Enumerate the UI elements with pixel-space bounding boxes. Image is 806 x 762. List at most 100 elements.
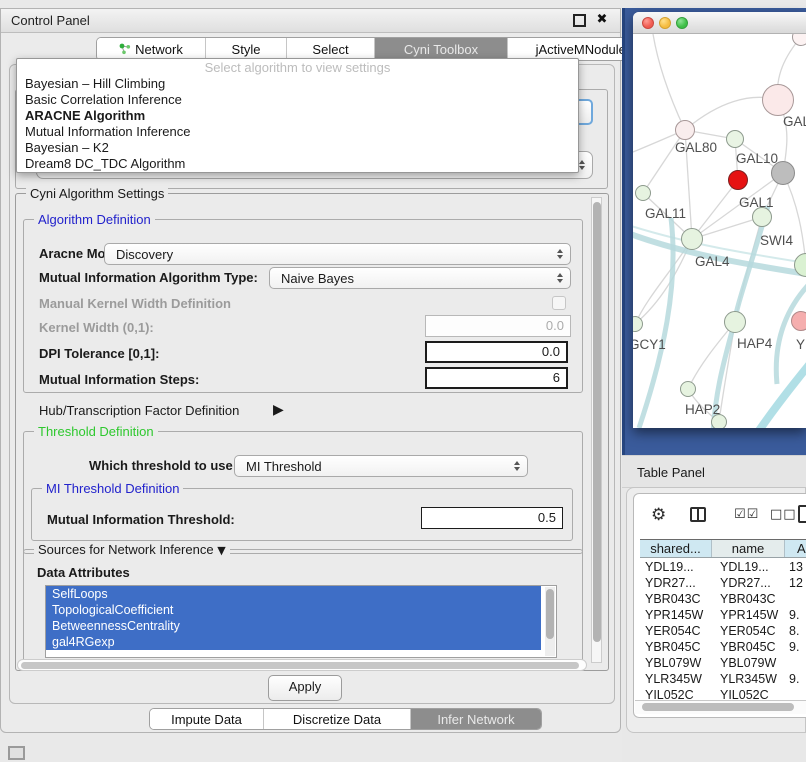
combo-updown-icon: [557, 249, 563, 259]
column-header-shared[interactable]: shared...: [640, 540, 712, 557]
cell-value: 8.: [785, 623, 806, 639]
list-vertical-scrollbar[interactable]: [545, 587, 555, 656]
mi-type-combo[interactable]: Naive Bayes: [269, 267, 571, 289]
node-gal80[interactable]: [675, 120, 695, 140]
tab-label: Select: [312, 42, 348, 57]
cell-name: YPR145W: [712, 607, 785, 623]
dpi-tolerance-field[interactable]: 0.0: [425, 341, 568, 363]
scrollbar-thumb[interactable]: [642, 703, 794, 711]
cell-shared: YBL079W: [640, 655, 712, 671]
mi-steps-field[interactable]: 6: [425, 367, 568, 389]
popup-item[interactable]: Dream8 DC_TDC Algorithm: [17, 156, 578, 172]
tab-label: Style: [232, 42, 261, 57]
node-partial-right[interactable]: [791, 311, 806, 331]
node-hap4[interactable]: [724, 311, 746, 333]
node-gal11[interactable]: [635, 185, 651, 201]
table-row[interactable]: YBR045C YBR045C 9.: [640, 639, 806, 655]
tab-discretize-data[interactable]: Discretize Data: [264, 709, 411, 729]
popup-item[interactable]: Mutual Information Inference: [17, 124, 578, 140]
mac-minimize-button[interactable]: [659, 17, 671, 29]
column-layout-icon[interactable]: [690, 507, 706, 522]
data-attributes-label: Data Attributes: [37, 565, 130, 580]
desktop-background: GAL GAL80 GAL10 GAL1 GAL11 SWI4 GAL4 GCY…: [622, 8, 806, 455]
settings-horizontal-scrollbar[interactable]: [17, 659, 587, 671]
list-item[interactable]: BetweennessCentrality: [46, 618, 541, 634]
node-label-gcy1: GCY1: [633, 337, 666, 352]
cell-shared: YPR145W: [640, 607, 712, 623]
mac-close-button[interactable]: [642, 17, 654, 29]
gear-icon[interactable]: ⚙: [651, 505, 666, 525]
column-header-name[interactable]: name: [712, 540, 785, 557]
float-panel-icon[interactable]: [573, 14, 586, 27]
settings-vertical-scrollbar[interactable]: [591, 197, 602, 663]
table-row[interactable]: YER054C YER054C 8.: [640, 623, 806, 639]
new-table-icon[interactable]: [798, 505, 806, 523]
cell-value: [785, 687, 806, 699]
network-view-window: GAL GAL80 GAL10 GAL1 GAL11 SWI4 GAL4 GCY…: [633, 12, 806, 428]
tab-style[interactable]: Style: [206, 38, 287, 60]
node-gal10[interactable]: [726, 130, 744, 148]
collapsed-panel-handle[interactable]: [8, 746, 25, 760]
tab-network[interactable]: Network: [97, 38, 206, 60]
popup-item[interactable]: Bayesian – Hill Climbing: [17, 76, 578, 92]
mi-type-value: Naive Bayes: [281, 271, 354, 286]
mac-zoom-button[interactable]: [676, 17, 688, 29]
node-gal2[interactable]: [762, 84, 794, 116]
list-item[interactable]: SelfLoops: [46, 586, 541, 602]
select-all-icon[interactable]: ☑☑: [734, 507, 759, 522]
table-row[interactable]: YBL079W YBL079W: [640, 655, 806, 671]
table-row[interactable]: YPR145W YPR145W 9.: [640, 607, 806, 623]
control-panel-window: Control Panel ✖ Network Style: [0, 8, 621, 733]
manual-kernel-checkbox[interactable]: [552, 296, 566, 310]
node-hap2[interactable]: [680, 381, 696, 397]
column-header-partial[interactable]: A: [785, 540, 806, 557]
list-item[interactable]: TopologicalCoefficient: [46, 602, 541, 618]
tab-cyni-toolbox[interactable]: Cyni Toolbox: [375, 38, 508, 60]
popup-item[interactable]: Bayesian – K2: [17, 140, 578, 156]
list-item[interactable]: gal4RGexp: [46, 634, 541, 650]
scrollbar-thumb[interactable]: [593, 202, 601, 642]
tab-infer-network[interactable]: Infer Network: [411, 709, 541, 729]
chevron-down-icon[interactable]: ▼: [217, 544, 225, 557]
kernel-width-field[interactable]: 0.0: [425, 315, 571, 337]
cell-value: 9.: [785, 607, 806, 623]
popup-item[interactable]: Basic Correlation Inference: [17, 92, 578, 108]
chevron-right-icon[interactable]: ▶: [273, 402, 284, 418]
tab-impute-data[interactable]: Impute Data: [150, 709, 264, 729]
node-gal1[interactable]: [752, 207, 772, 227]
mi-steps-label: Mutual Information Steps:: [39, 372, 199, 387]
deselect-all-icon[interactable]: □□: [770, 507, 797, 522]
close-icon[interactable]: ✖: [596, 14, 608, 26]
popup-item-selected[interactable]: ARACNE Algorithm: [17, 108, 578, 124]
cell-value: 12: [785, 575, 806, 591]
cell-name: YIL052C: [712, 687, 785, 699]
table-row[interactable]: YIL052C YIL052C: [640, 687, 806, 699]
node-red[interactable]: [728, 170, 748, 190]
scrollbar-thumb[interactable]: [21, 662, 579, 669]
table-horizontal-scrollbar[interactable]: [635, 700, 806, 714]
cell-shared: YIL052C: [640, 687, 712, 699]
table-row[interactable]: YDR27... YDR27... 12: [640, 575, 806, 591]
mi-threshold-field[interactable]: 0.5: [421, 507, 563, 529]
cell-shared: YLR345W: [640, 671, 712, 687]
node-gal4[interactable]: [681, 228, 703, 250]
node-label-hap4: HAP4: [737, 336, 772, 351]
scrollbar-thumb[interactable]: [546, 589, 554, 639]
data-attributes-listbox: SelfLoops TopologicalCoefficient Between…: [45, 585, 557, 658]
table-row[interactable]: YBR043C YBR043C: [640, 591, 806, 607]
apply-button[interactable]: Apply: [268, 675, 342, 701]
cell-name: YDR27...: [712, 575, 785, 591]
kernel-width-label: Kernel Width (0,1):: [39, 320, 154, 335]
table-panel-card: ⚙ ☑☑ □□ shared... name A YDL19... YD: [626, 487, 806, 733]
aracne-mode-combo[interactable]: Discovery: [104, 243, 571, 265]
tab-select[interactable]: Select: [287, 38, 375, 60]
table-row[interactable]: YLR345W YLR345W 9.: [640, 671, 806, 687]
table-row[interactable]: YDL19... YDL19... 13: [640, 559, 806, 575]
which-threshold-combo[interactable]: MI Threshold: [234, 455, 528, 477]
network-canvas[interactable]: GAL GAL80 GAL10 GAL1 GAL11 SWI4 GAL4 GCY…: [633, 34, 806, 428]
threshold-definition-title: Threshold Definition: [34, 424, 158, 439]
combo-updown-icon: [514, 461, 520, 471]
settings-group-title: Cyni Algorithm Settings: [26, 186, 168, 201]
network-window-titlebar[interactable]: [633, 12, 806, 34]
cell-shared: YDR27...: [640, 575, 712, 591]
